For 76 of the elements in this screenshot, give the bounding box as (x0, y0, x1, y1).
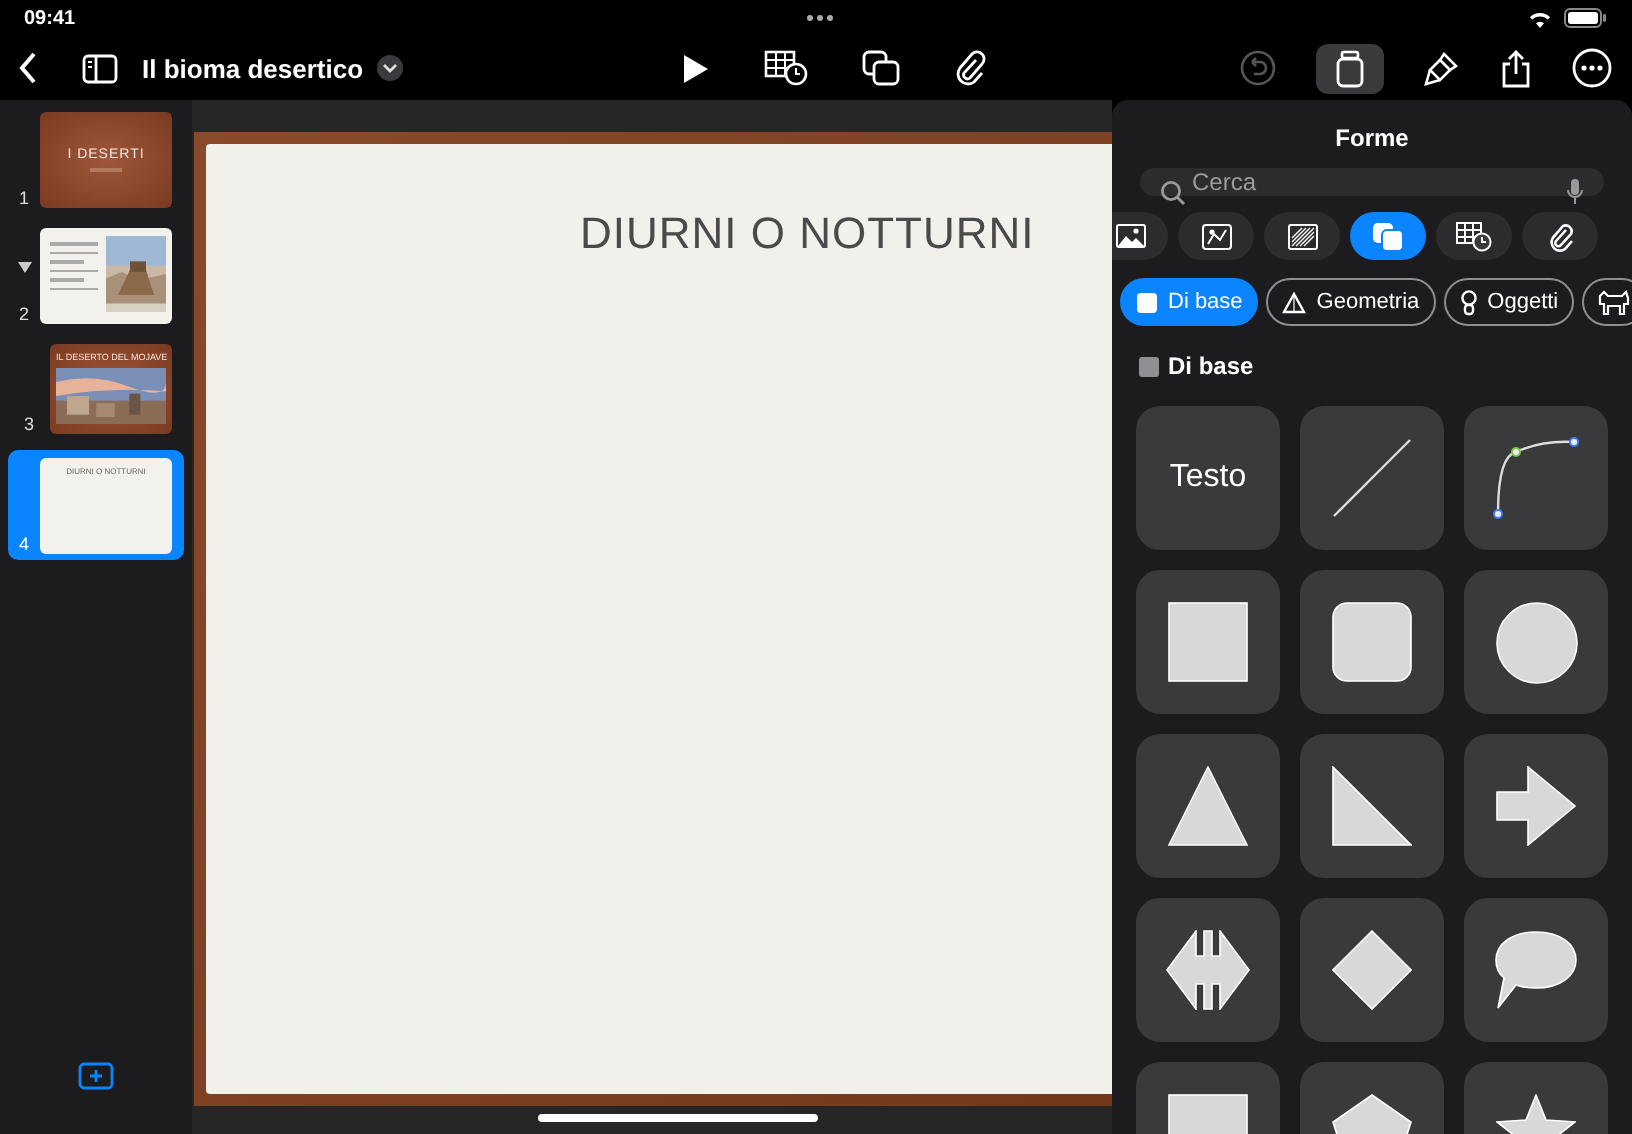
status-time: 09:41 (24, 7, 76, 29)
search-icon (1160, 180, 1186, 206)
photo-icon (1115, 224, 1145, 248)
category-chip[interactable]: Geometria (1266, 278, 1436, 326)
table-icon (1456, 221, 1492, 251)
slide-thumbnail[interactable] (40, 228, 172, 324)
table-icon[interactable] (764, 50, 808, 86)
share-icon[interactable] (1500, 49, 1532, 87)
multitasking-icon[interactable] (805, 14, 834, 22)
shapes-icon (1372, 221, 1404, 251)
paperclip-icon[interactable] (954, 50, 986, 86)
diamond-shape-icon (1332, 930, 1412, 1010)
disclosure-triangle-icon[interactable] (17, 260, 31, 274)
shapes-icon[interactable] (862, 50, 900, 86)
double-arrow-shape-icon (1166, 930, 1250, 1010)
slide-number: 2 (18, 304, 29, 324)
category-square-icon (1138, 355, 1160, 377)
category-chip[interactable]: Di base (1120, 278, 1259, 326)
add-slide-icon[interactable] (78, 1062, 114, 1090)
slide-number: 4 (18, 534, 29, 554)
insert-tab[interactable] (1112, 212, 1168, 260)
search-field[interactable]: Cerca (1140, 168, 1604, 196)
back-icon[interactable] (18, 52, 38, 84)
shape-tile[interactable] (1300, 734, 1444, 878)
square-shape-icon (1168, 602, 1248, 682)
more-icon[interactable] (1572, 48, 1612, 88)
jar-icon (1336, 49, 1364, 87)
right-triangle-shape-icon (1332, 766, 1412, 846)
slide-title[interactable]: DIURNI O NOTTURNI (580, 208, 1035, 258)
slide-navigator-item[interactable]: 2 (8, 224, 184, 328)
media-icon (1201, 223, 1231, 249)
line-shape-icon (1332, 438, 1412, 518)
paintbrush-icon[interactable] (1424, 50, 1460, 86)
slide-canvas[interactable]: DIURNI O NOTTURNI (206, 144, 1112, 1094)
shape-tile[interactable]: Testo (1136, 406, 1280, 550)
shape-tile[interactable] (1136, 570, 1280, 714)
chevron-icon[interactable] (375, 54, 404, 82)
document-title[interactable]: Il bioma desertico (142, 53, 364, 83)
shape-tile[interactable] (1464, 406, 1608, 550)
curve-shape-icon (1492, 436, 1580, 520)
category-chip[interactable]: Oggetti (1443, 278, 1575, 326)
format-button[interactable] (1316, 43, 1384, 93)
animal-icon (1598, 289, 1631, 315)
section-heading: Di base (1168, 352, 1254, 380)
insert-tab[interactable] (1350, 212, 1426, 260)
slide-number: 3 (23, 414, 34, 434)
wifi-icon (1527, 9, 1552, 27)
texture-icon (1287, 223, 1317, 249)
shape-tile[interactable] (1300, 898, 1444, 1042)
paperclip-icon (1547, 221, 1573, 251)
insert-tab[interactable] (1436, 212, 1512, 260)
circle-shape-icon (1495, 601, 1577, 683)
shape-tile[interactable] (1136, 898, 1280, 1042)
triangle-icon (1282, 291, 1307, 313)
arrow-shape-icon (1496, 766, 1576, 846)
panel-title: Forme (1333, 122, 1411, 156)
category-chip[interactable] (1582, 278, 1632, 326)
lightbulb-icon (1459, 289, 1478, 315)
speech-bubble-shape-icon (1494, 930, 1578, 1010)
insert-tab[interactable] (1522, 212, 1598, 260)
shape-tile[interactable] (1464, 570, 1608, 714)
insert-tab[interactable] (1264, 212, 1340, 260)
insert-tab[interactable] (1178, 212, 1254, 260)
microphone-icon[interactable] (1566, 178, 1584, 206)
shape-tile[interactable] (1300, 570, 1444, 714)
sidebar-icon[interactable] (82, 53, 118, 83)
slide-number: 1 (18, 188, 29, 208)
rounded-square-shape-icon (1332, 602, 1412, 682)
shape-tile[interactable] (1136, 734, 1280, 878)
battery-icon (1563, 8, 1608, 28)
triangle-shape-icon (1168, 766, 1248, 846)
shape-tile[interactable] (1464, 898, 1608, 1042)
square-icon (1136, 291, 1158, 313)
play-icon[interactable] (682, 53, 710, 83)
shape-tile[interactable] (1464, 734, 1608, 878)
shape-tile[interactable] (1300, 406, 1444, 550)
